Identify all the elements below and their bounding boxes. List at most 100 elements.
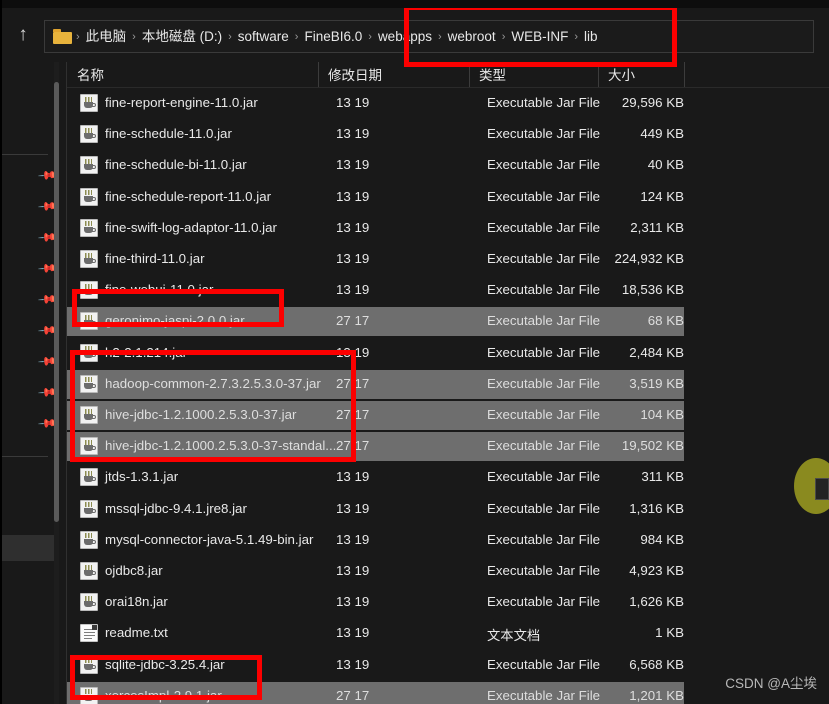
file-date-cell: 13 19: [336, 282, 370, 298]
file-row[interactable]: fine-webui-11.0.jar 13 19 Executable Jar F…: [67, 276, 684, 305]
file-row[interactable]: hadoop-common-2.7.3.2.5.3.0-37.jar 27 17 E…: [67, 369, 684, 399]
column-resize-handle[interactable]: [318, 62, 319, 87]
file-date-cell: 13 19: [336, 188, 370, 204]
column-header-type[interactable]: 类型: [479, 64, 506, 84]
sidebar-item[interactable]: B (G:): [0, 628, 54, 654]
file-date-cell: 13 19: [336, 594, 370, 610]
sidebar-item[interactable]: p营销📌: [0, 317, 57, 343]
file-date-cell: 13 19: [336, 344, 370, 360]
sidebar-item[interactable]: A (F:): [0, 597, 54, 623]
file-row[interactable]: jtds-1.3.1.jar 13 19 Executable Jar File 31…: [67, 463, 684, 492]
breadcrumb-item[interactable]: webapps: [373, 27, 437, 47]
file-row[interactable]: fine-third-11.0.jar 13 19 Executable Jar F…: [67, 245, 684, 274]
sidebar-item[interactable]: 磁盘 (C:): [0, 504, 54, 530]
file-date-cell: 13 19: [336, 500, 370, 516]
sidebar-item-label: ive: [0, 106, 54, 121]
file-date-cell: 13 19: [336, 563, 370, 578]
column-header-name[interactable]: 名称: [77, 64, 104, 84]
file-row[interactable]: mssql-jdbc-9.4.1.jre8.jar 13 19 Executable…: [67, 495, 684, 524]
jar-icon: [80, 562, 98, 580]
file-type-cell: Executable Jar File: [487, 282, 601, 298]
jar-icon: [80, 187, 98, 206]
file-date-cell: 13 19: [336, 95, 370, 110]
file-date-cell: 27 17: [336, 687, 370, 703]
file-row[interactable]: fine-schedule-report-11.0.jar 13 19 Execut…: [67, 183, 684, 212]
file-date-cell: 13 19: [336, 656, 370, 672]
file-row[interactable]: sqlite-jdbc-3.25.4.jar 13 19 Executable Ja…: [67, 651, 684, 680]
sidebar-item-label: 新素材: [0, 290, 40, 309]
sidebar-scrollbar-thumb[interactable]: [54, 82, 59, 522]
jar-icon: [80, 156, 98, 175]
column-resize-handle[interactable]: [684, 62, 685, 87]
breadcrumb-item[interactable]: FineBI6.0: [299, 27, 367, 47]
file-name-cell: fine-swift-log-adaptor-11.0.jar: [105, 219, 277, 235]
file-type-cell: Executable Jar File: [487, 157, 601, 173]
sidebar-item[interactable]: 📌: [0, 162, 57, 188]
breadcrumb-item[interactable]: lib: [579, 27, 603, 47]
file-size-value: 449 KB: [640, 126, 684, 142]
file-name-cell: mssql-jdbc-9.4.1.jre8.jar: [105, 500, 247, 516]
file-type-cell: Executable Jar File: [487, 407, 601, 422]
sidebar-item[interactable]: 新素材📌: [0, 286, 57, 312]
breadcrumb-item[interactable]: 此电脑: [81, 27, 132, 47]
jar-icon: [80, 499, 98, 518]
sidebar-item[interactable]: ive: [0, 100, 54, 126]
file-row[interactable]: mysql-connector-java-5.1.49-bin.jar 13 19…: [67, 526, 684, 555]
file-date-cell: 13 19: [336, 219, 370, 235]
navigate-up-button[interactable]: ↑: [12, 24, 34, 46]
file-name-cell: fine-schedule-report-11.0.jar: [105, 188, 272, 204]
sidebar-item[interactable]: 盘: [0, 464, 54, 490]
file-name-cell: fine-schedule-11.0.jar: [105, 126, 232, 142]
column-resize-handle[interactable]: [598, 62, 599, 87]
file-row[interactable]: ojdbc8.jar 13 19 Executable Jar File 4,923 …: [67, 557, 684, 586]
file-row[interactable]: hive-jdbc-1.2.1000.2.5.3.0-37-standal...…: [67, 432, 684, 462]
file-name-cell: jtds-1.3.1.jar: [105, 469, 179, 485]
navigation-sidebar[interactable]: 夹 ive 📌 📌 📌 📌 新素材📌 p营销📌 📌 📌 📌 盘磁盘 (C:) 磁盘 (D:) (E:) A…: [0, 62, 62, 704]
jar-icon: [80, 468, 98, 487]
file-type-cell: Executable Jar File: [487, 126, 601, 142]
sidebar-item[interactable]: (E:): [0, 566, 54, 592]
file-row[interactable]: xercesImpl-2.9.1.jar 27 17 Executable Jar …: [67, 681, 684, 704]
file-row[interactable]: fine-report-engine-11.0.jar 13 19 Executab…: [67, 89, 684, 118]
breadcrumb-item[interactable]: software: [233, 27, 294, 47]
sidebar-item[interactable]: 📌: [0, 379, 57, 405]
file-name-cell: readme.txt: [105, 625, 168, 641]
sidebar-item[interactable]: 📌: [0, 224, 57, 250]
jar-icon: [80, 250, 98, 268]
file-size-value: 40 KB: [647, 157, 684, 173]
file-type-cell: Executable Jar File: [487, 500, 601, 516]
file-row[interactable]: readme.txt 13 19 文本文档 1 KB: [67, 619, 684, 648]
breadcrumb-item[interactable]: webroot: [443, 27, 501, 47]
breadcrumb-item[interactable]: WEB-INF: [506, 27, 573, 47]
csdn-watermark: CSDN @A尘埃: [725, 676, 817, 691]
sidebar-item[interactable]: 磁盘 (D:): [0, 535, 54, 561]
column-header-size[interactable]: 大小: [608, 64, 635, 84]
file-name-cell: fine-report-engine-11.0.jar: [105, 95, 258, 110]
sidebar-item[interactable]: 夹: [0, 62, 54, 88]
jar-icon: [80, 406, 98, 424]
jar-icon: [80, 343, 98, 362]
sidebar-item-label: B (G:): [0, 634, 54, 649]
file-date-cell: 13 19: [336, 531, 370, 547]
file-row[interactable]: h2-2.1.214.jar 13 19 Executable Jar File 2,…: [67, 339, 684, 368]
file-row[interactable]: geronimo-jaspi-2.0.0.jar 27 17 Executable …: [67, 307, 684, 337]
file-row[interactable]: orai18n.jar 13 19 Executable Jar File 1,626…: [67, 588, 684, 617]
jar-icon: [80, 655, 98, 674]
address-bar[interactable]: › 此电脑 › 本地磁盘 (D:) › software › FineBI6.0 › webapp…: [44, 20, 814, 53]
sidebar-item[interactable]: 📌: [0, 348, 57, 374]
file-size-value: 3,519 KB: [629, 375, 684, 391]
column-resize-handle[interactable]: [469, 62, 470, 87]
file-row[interactable]: hive-jdbc-1.2.1000.2.5.3.0-37.jar 27 17 Ex…: [67, 401, 684, 430]
file-date-cell: 27 17: [336, 407, 370, 422]
file-row[interactable]: fine-schedule-11.0.jar 13 19 Executable Ja…: [67, 120, 684, 149]
sidebar-item[interactable]: 📌: [0, 255, 57, 281]
jar-icon: [80, 686, 98, 704]
breadcrumb-item[interactable]: 本地磁盘 (D:): [137, 27, 227, 47]
sidebar-item[interactable]: 📌: [0, 410, 57, 436]
file-row[interactable]: fine-swift-log-adaptor-11.0.jar 13 19 Exec…: [67, 214, 684, 243]
sidebar-item[interactable]: 📌: [0, 193, 57, 219]
file-name-cell: sqlite-jdbc-3.25.4.jar: [105, 656, 225, 672]
file-row[interactable]: fine-schedule-bi-11.0.jar 13 19 Executable…: [67, 151, 684, 180]
column-header-date[interactable]: 修改日期: [328, 64, 382, 84]
file-list-pane: 名称 修改日期 类型 大小 fine-report-engine-11.0.jar 13…: [67, 62, 829, 704]
